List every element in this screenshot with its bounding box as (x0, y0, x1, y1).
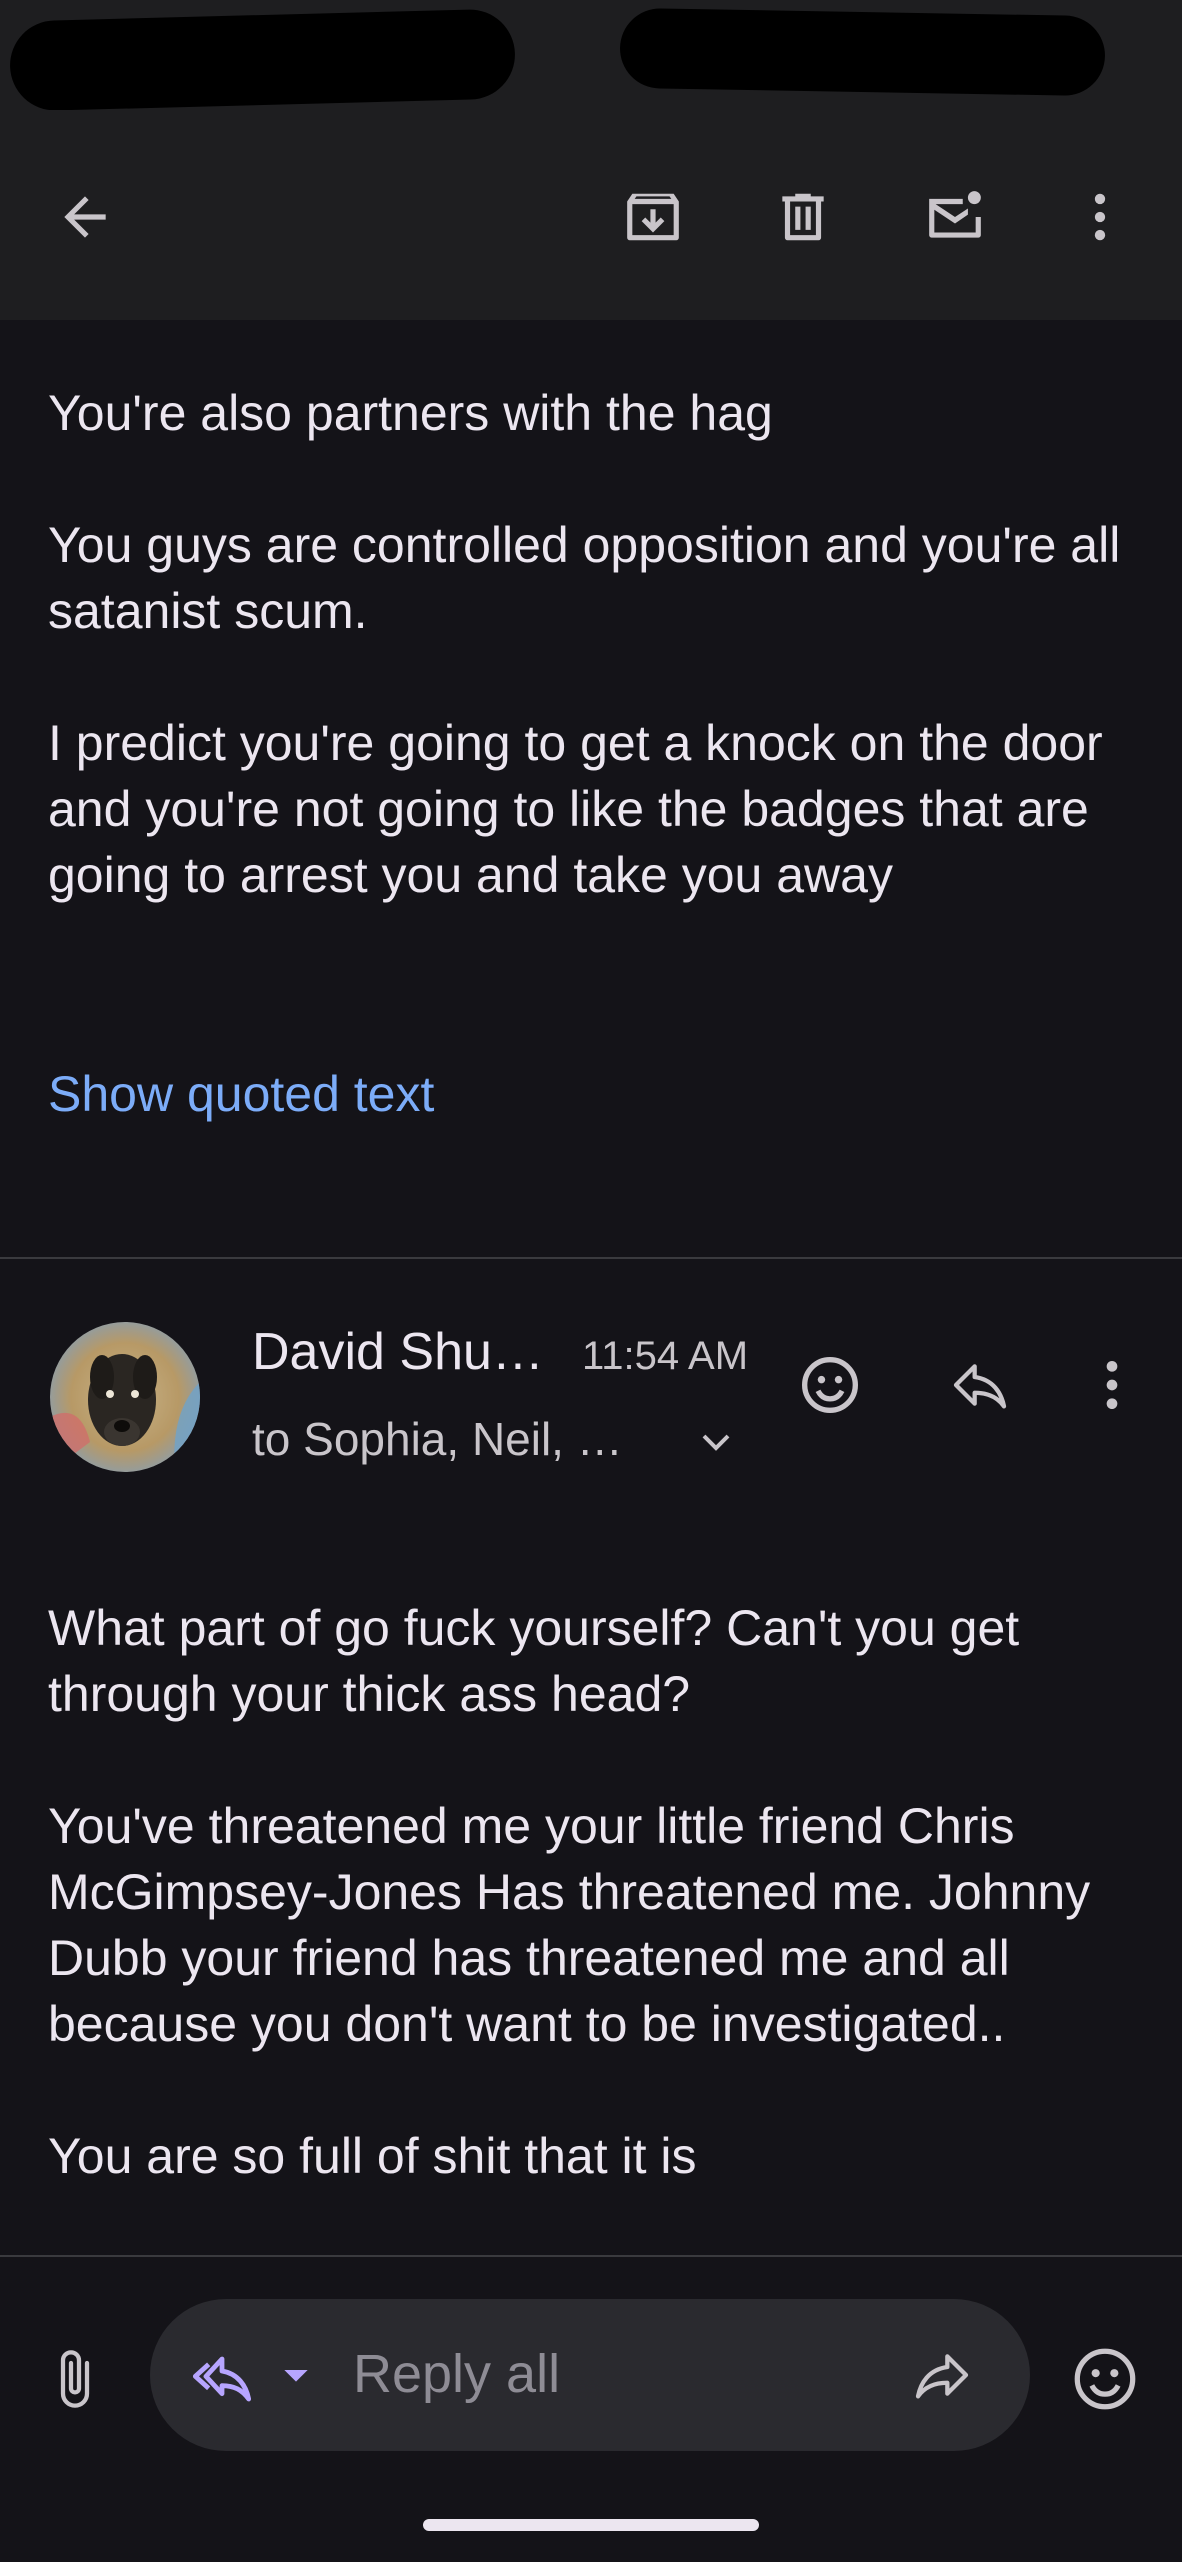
show-quoted-text-link[interactable]: Show quoted text (48, 1065, 434, 1123)
home-indicator[interactable] (423, 2519, 759, 2531)
back-button[interactable] (40, 172, 130, 262)
emoji-icon (1074, 2348, 1136, 2410)
message-paragraph: I predict you're going to get a knock on… (48, 715, 1103, 903)
more-vert-icon (1094, 193, 1106, 241)
previous-message-body: You're also partners with the hag You gu… (48, 380, 1148, 908)
reply-all-icon (192, 2356, 252, 2402)
mark-unread-icon (929, 191, 981, 238)
reply-all-input[interactable]: Reply all (150, 2299, 1030, 2451)
reply-icon (953, 1364, 1007, 1409)
emoji-icon (802, 1357, 858, 1413)
message-body: What part of go fuck yourself? Can't you… (48, 1595, 1158, 2255)
status-bar (0, 0, 1182, 112)
message-timestamp: 11:54 AM (582, 1334, 749, 1378)
reply-bar: Reply all (0, 2255, 1182, 2562)
sender-avatar[interactable] (50, 1322, 200, 1472)
archive-icon (627, 193, 679, 241)
trash-icon (782, 193, 824, 241)
arrow-back-icon (64, 196, 106, 238)
add-reaction-button[interactable] (785, 1340, 875, 1430)
mark-unread-button[interactable] (910, 172, 1000, 262)
attach-button[interactable] (30, 2334, 120, 2424)
paperclip-icon (60, 2350, 90, 2408)
chevron-down-icon[interactable] (692, 1418, 740, 1466)
dropdown-arrow-icon[interactable] (276, 2355, 316, 2395)
redaction-mark (619, 7, 1106, 97)
emoji-button[interactable] (1060, 2334, 1150, 2424)
recipients-summary[interactable]: to Sophia, Neil, … (252, 1412, 623, 1466)
delete-button[interactable] (758, 172, 848, 262)
reply-placeholder: Reply all (353, 2344, 561, 2404)
message-paragraph: You guys are controlled opposition and y… (48, 517, 1121, 639)
archive-button[interactable] (608, 172, 698, 262)
redaction-mark (8, 8, 517, 112)
message-paragraph: You are so full of shit that it is (48, 2128, 697, 2184)
forward-icon[interactable] (910, 2343, 974, 2407)
sender-name[interactable]: David Shu… (252, 1322, 544, 1382)
message-paragraph: You're also partners with the hag (48, 385, 773, 441)
more-options-button[interactable] (1055, 172, 1145, 262)
message-paragraph: You've threatened me your little friend … (48, 1798, 1091, 2052)
message-paragraph: What part of go fuck yourself? Can't you… (48, 1600, 1020, 1722)
top-app-bar (0, 110, 1182, 320)
message-more-button[interactable] (1067, 1340, 1157, 1430)
avatar-image (50, 1322, 200, 1472)
more-vert-icon (1106, 1361, 1118, 1409)
reply-button[interactable] (935, 1340, 1025, 1430)
message-divider (0, 1257, 1182, 1259)
